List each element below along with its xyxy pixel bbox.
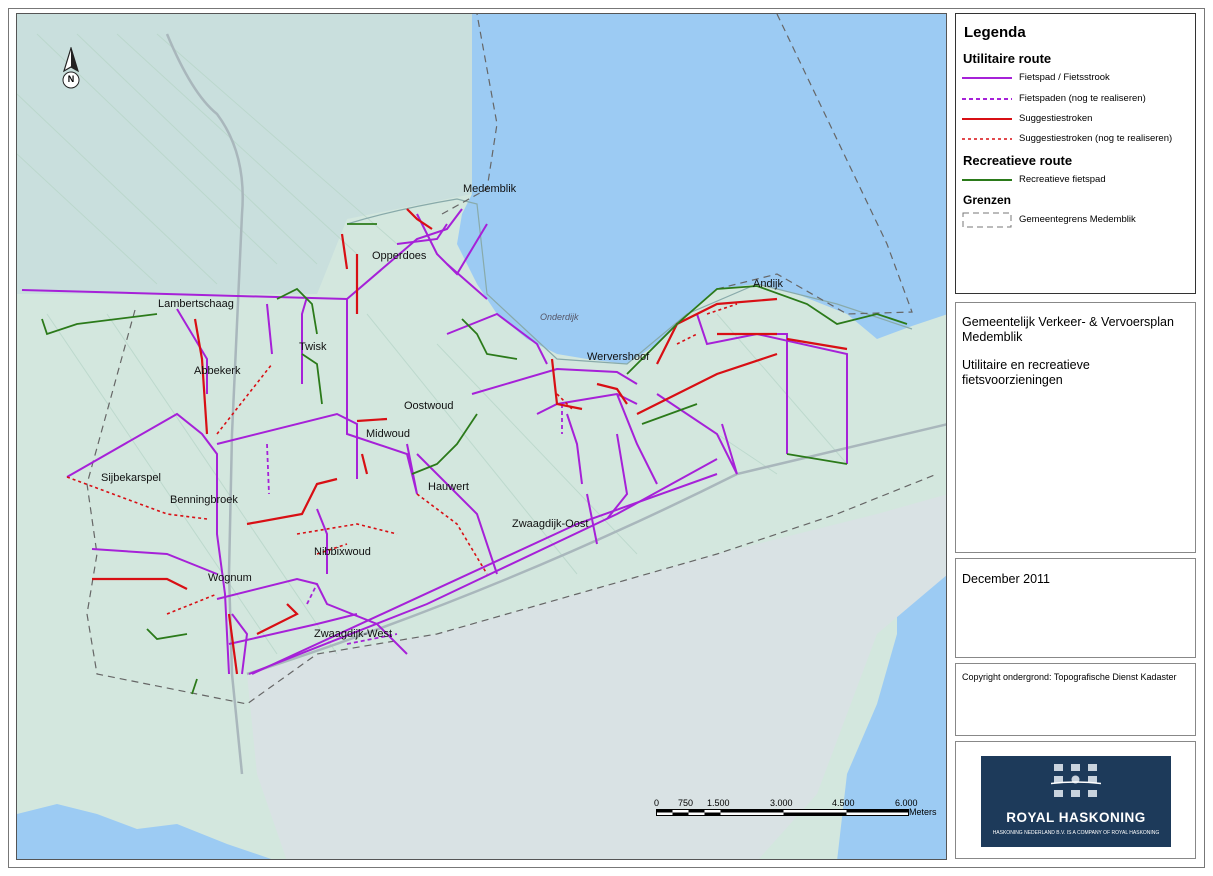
scale-tick: 3.000 (770, 798, 793, 808)
legend-item: Suggestiestroken (956, 113, 1196, 127)
place-label: Zwaagdijk-West (314, 628, 393, 640)
water-label: Onderdijk (540, 312, 579, 322)
map-canvas (17, 14, 946, 859)
place-label: Oostwoud (404, 400, 454, 412)
purple-dashed-line-icon (962, 98, 1012, 100)
legend-heading: Recreatieve route (963, 153, 1073, 168)
place-label: Abbekerk (194, 365, 241, 377)
place-label: Opperdoes (372, 250, 427, 262)
place-label: Medemblik (463, 183, 517, 195)
map-date: December 2011 (962, 572, 1051, 586)
scale-bar: 0 750 1.500 3.000 4.500 6.000 Meters (654, 798, 946, 828)
copyright-text: Copyright ondergrond: Topografische Dien… (962, 672, 1177, 682)
logo-panel: ROYAL HASKONING HASKONING NEDERLAND B.V.… (955, 741, 1196, 859)
legend-item-label: Suggestiestroken (1019, 113, 1093, 124)
legend-item: Fietspad / Fietsstrook (956, 72, 1196, 86)
legend-heading: Utilitaire route (963, 51, 1052, 66)
place-label: Hauwert (428, 481, 469, 493)
legend-item-label: Fietspad / Fietsstrook (1019, 72, 1110, 83)
place-label: Sijbekarspel (101, 472, 161, 484)
grey-dashed-box-icon (962, 212, 1012, 228)
scale-tick: 0 (654, 798, 660, 808)
legend-item: Gemeentegrens Medemblik (956, 211, 1196, 231)
scale-tick: 1.500 (707, 798, 730, 808)
logo-emblem-icon (1051, 764, 1101, 797)
north-arrow-icon: N (60, 47, 82, 89)
legend-panel: Legenda Utilitaire route Fietspad / Fiet… (955, 13, 1196, 294)
legend-heading: Grenzen (963, 193, 1012, 207)
scale-tick: 750 (678, 798, 694, 808)
place-label: Andijk (753, 278, 783, 290)
date-panel: December 2011 (955, 558, 1196, 658)
red-solid-line-icon (962, 118, 1012, 120)
royal-haskoning-logo: ROYAL HASKONING HASKONING NEDERLAND B.V.… (981, 756, 1171, 847)
logo-name: ROYAL HASKONING (1006, 810, 1146, 825)
scale-bar-graphic (656, 809, 909, 816)
green-solid-line-icon (962, 179, 1012, 181)
place-label: Nibbixwoud (314, 546, 371, 558)
legend-item-label: Gemeentegrens Medemblik (1019, 214, 1136, 225)
legend-item-label: Suggestiestroken (nog te realiseren) (1019, 133, 1173, 144)
legend-item: Suggestiestroken (nog te realiseren) (956, 133, 1196, 147)
place-label: Zwaagdijk-Oost (512, 518, 589, 530)
place-label: Wognum (208, 572, 252, 584)
legend-item-label: Recreatieve fietspad (1019, 174, 1106, 185)
place-label: Midwoud (366, 428, 411, 440)
title-panel: Gemeentelijk Verkeer- & Vervoersplan Med… (955, 302, 1196, 553)
legend-item: Recreatieve fietspad (956, 174, 1196, 188)
purple-solid-line-icon (962, 77, 1012, 79)
copyright-panel: Copyright ondergrond: Topografische Dien… (955, 663, 1196, 736)
place-label: Benningbroek (170, 494, 238, 506)
map-subtitle: Utilitaire en recreatieve fietsvoorzieni… (962, 358, 1090, 387)
legend-item: Fietspaden (nog te realiseren) (956, 93, 1196, 107)
map-view[interactable]: N Medemblik Opperdoes Lambertschaag Twis… (16, 13, 947, 860)
legend-title: Legenda (964, 24, 1026, 41)
legend-item-label: Fietspaden (nog te realiseren) (1019, 93, 1146, 104)
place-label: Wervershoof (587, 351, 650, 363)
place-label: Twisk (299, 341, 327, 353)
place-label: Lambertschaag (158, 298, 234, 310)
map-title: Gemeentelijk Verkeer- & Vervoersplan Med… (962, 315, 1174, 344)
scale-unit: Meters (909, 807, 937, 817)
logo-subtitle: HASKONING NEDERLAND B.V. IS A COMPANY OF… (992, 830, 1160, 836)
north-label: N (67, 74, 75, 84)
scale-tick: 4.500 (832, 798, 855, 808)
red-dashed-line-icon (962, 138, 1012, 140)
